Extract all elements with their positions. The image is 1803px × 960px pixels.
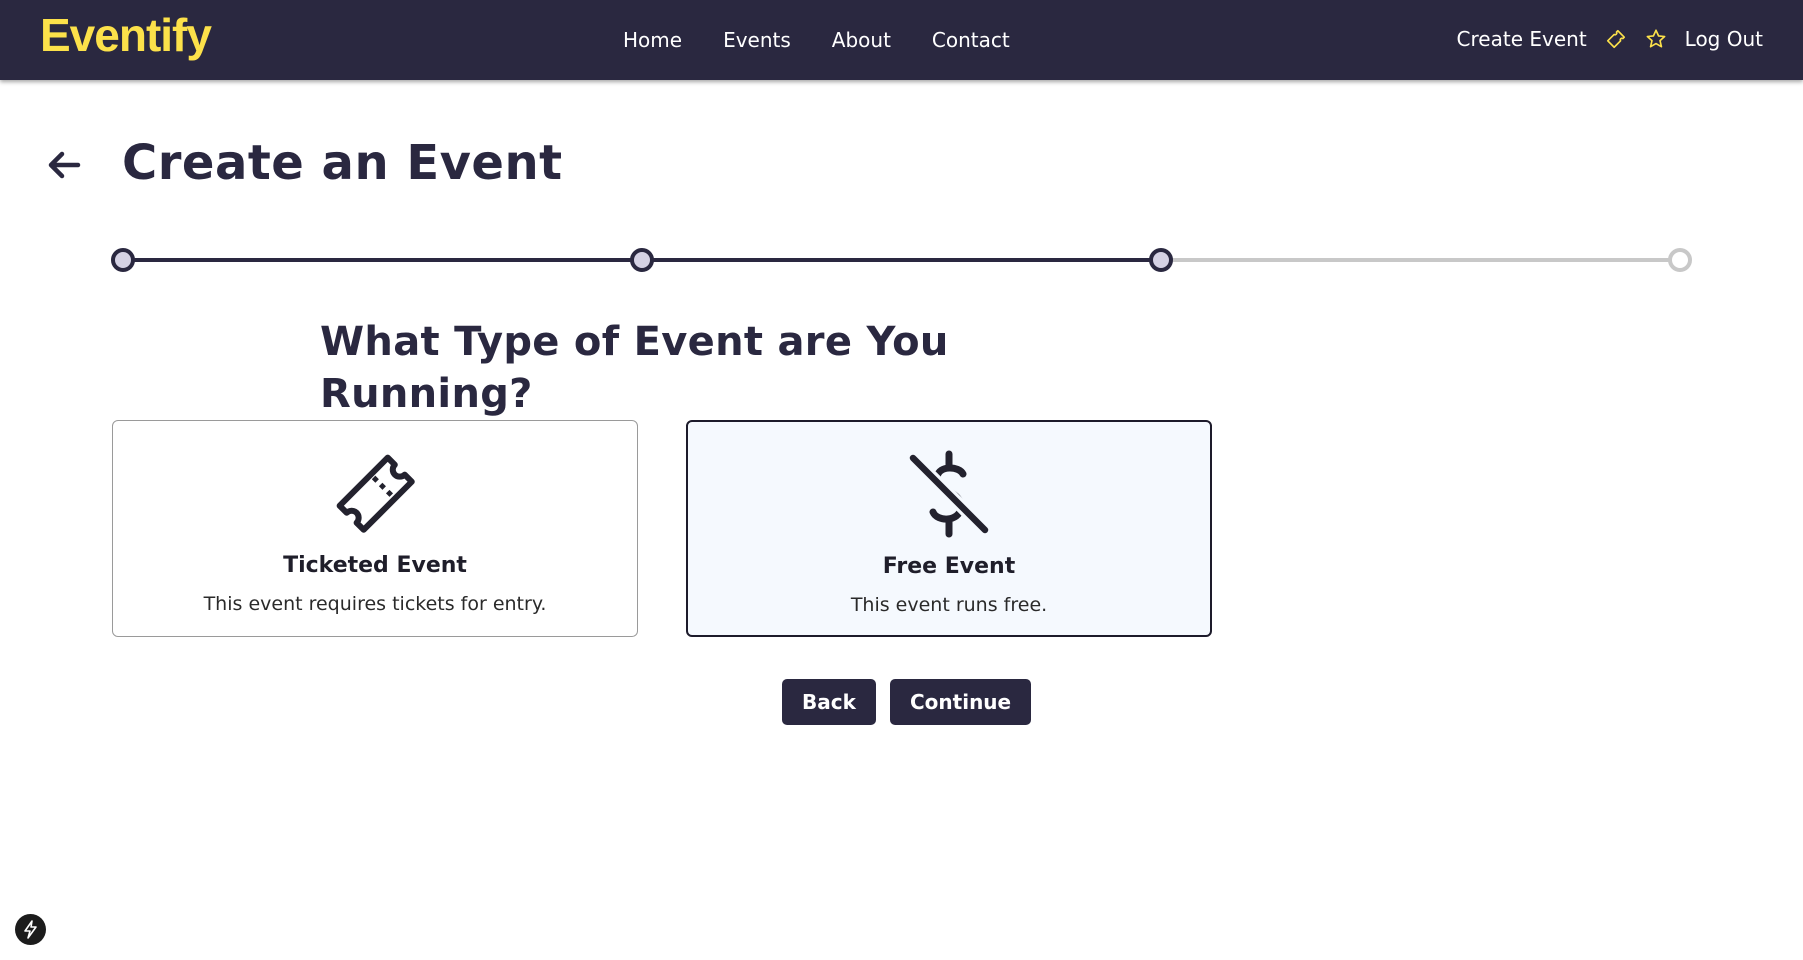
ticket-icon — [336, 454, 415, 533]
question-heading: What Type of Event are You Running? — [320, 319, 949, 417]
progress-stepper — [111, 246, 1693, 274]
arrow-left-icon[interactable] — [44, 145, 84, 185]
nav-link-about[interactable]: About — [832, 26, 891, 54]
continue-button[interactable]: Continue — [890, 679, 1032, 725]
main-nav: Home Events About Contact — [623, 26, 1010, 54]
option-description: This event runs free. — [850, 594, 1048, 616]
create-event-link[interactable]: Create Event — [1457, 24, 1587, 54]
nav-link-events[interactable]: Events — [723, 26, 791, 54]
nav-link-home[interactable]: Home — [623, 26, 682, 54]
back-button[interactable]: Back — [782, 679, 876, 725]
log-out-link[interactable]: Log Out — [1685, 24, 1763, 54]
dev-tools-badge[interactable] — [15, 914, 46, 945]
step-dot-4 — [1668, 248, 1692, 272]
step-dot-1 — [111, 248, 135, 272]
ticket-icon[interactable] — [1605, 28, 1627, 50]
option-title: Free Event — [882, 554, 1016, 579]
page-title: Create an Event — [122, 135, 563, 191]
star-icon[interactable] — [1645, 28, 1667, 50]
brand-logo[interactable]: Eventify — [40, 10, 212, 60]
lightning-icon — [24, 920, 37, 939]
top-navbar: Eventify Home Events About Contact Creat… — [0, 0, 1803, 80]
step-dot-2 — [630, 248, 654, 272]
header-actions: Create Event Log Out — [1457, 24, 1763, 54]
step-dot-3 — [1149, 248, 1173, 272]
option-free-event[interactable]: Free Event This event runs free. — [686, 420, 1212, 637]
nav-link-contact[interactable]: Contact — [932, 26, 1010, 54]
stepper-line-remaining — [1159, 258, 1681, 262]
option-title: Ticketed Event — [283, 553, 467, 578]
no-dollar-icon — [908, 450, 990, 538]
option-ticketed-event[interactable]: Ticketed Event This event requires ticke… — [112, 420, 638, 637]
option-description: This event requires tickets for entry. — [203, 593, 547, 615]
